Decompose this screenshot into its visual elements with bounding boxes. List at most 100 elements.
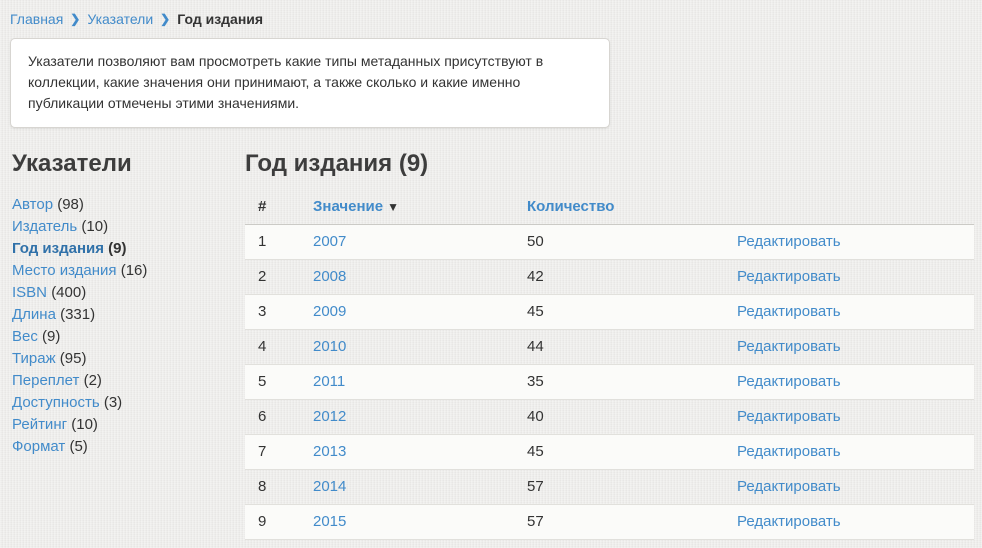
table-row: 5 2011 35 Редактировать bbox=[245, 365, 974, 400]
count-cell: 40 bbox=[514, 400, 724, 435]
value-link[interactable]: 2011 bbox=[313, 373, 345, 390]
sort-desc-icon: ▼ bbox=[387, 200, 399, 214]
sidebar-item-count: (400) bbox=[51, 284, 86, 301]
table-row: 2 2008 42 Редактировать bbox=[245, 260, 974, 295]
count-cell: 57 bbox=[514, 505, 724, 540]
value-link[interactable]: 2010 bbox=[313, 338, 346, 355]
breadcrumb-link[interactable]: Указатели bbox=[87, 11, 153, 27]
sidebar-item-count: (5) bbox=[69, 438, 87, 455]
sidebar-item-link[interactable]: Длина bbox=[12, 306, 56, 323]
sidebar-item-count: (10) bbox=[71, 416, 98, 433]
sidebar-item[interactable]: Длина (331) bbox=[12, 304, 245, 326]
value-link[interactable]: 2009 bbox=[313, 303, 346, 320]
sidebar-list: Автор (98) Издатель (10) Год издания (9)… bbox=[12, 194, 245, 458]
value-link[interactable]: 2008 bbox=[313, 268, 346, 285]
count-cell: 50 bbox=[514, 225, 724, 260]
edit-link[interactable]: Редактировать bbox=[737, 303, 841, 320]
sidebar-item-link[interactable]: Формат bbox=[12, 438, 65, 455]
sidebar-item[interactable]: Издатель (10) bbox=[12, 216, 245, 238]
count-cell: 44 bbox=[514, 330, 724, 365]
sidebar-item-link[interactable]: Издатель bbox=[12, 218, 77, 235]
table-row: 8 2014 57 Редактировать bbox=[245, 470, 974, 505]
sidebar-item[interactable]: Формат (5) bbox=[12, 436, 245, 458]
edit-link[interactable]: Редактировать bbox=[737, 408, 841, 425]
value-link[interactable]: 2013 bbox=[313, 443, 346, 460]
sidebar-item[interactable]: Доступность (3) bbox=[12, 392, 245, 414]
row-index: 8 bbox=[245, 470, 300, 505]
sidebar-item-count: (95) bbox=[60, 350, 87, 367]
breadcrumb-separator-icon: ❯ bbox=[160, 12, 170, 26]
table-row: 9 2015 57 Редактировать bbox=[245, 505, 974, 540]
row-index: 9 bbox=[245, 505, 300, 540]
page-title: Год издания (9) bbox=[245, 151, 974, 177]
edit-link[interactable]: Редактировать bbox=[737, 233, 841, 250]
edit-link[interactable]: Редактировать bbox=[737, 338, 841, 355]
value-link[interactable]: 2014 bbox=[313, 478, 346, 495]
sidebar-item-link[interactable]: Рейтинг bbox=[12, 416, 67, 433]
col-header-index: # bbox=[245, 194, 300, 225]
sidebar-item-count: (9) bbox=[108, 240, 126, 257]
count-cell: 57 bbox=[514, 470, 724, 505]
page: Главная ❯ Указатели ❯ Год издания Указатели … bbox=[0, 0, 982, 548]
sidebar-item-link[interactable]: Год издания bbox=[12, 240, 104, 257]
edit-link[interactable]: Редактировать bbox=[737, 513, 841, 530]
sidebar-item[interactable]: ISBN (400) bbox=[12, 282, 245, 304]
table-row: 7 2013 45 Редактировать bbox=[245, 435, 974, 470]
sidebar-item-count: (331) bbox=[60, 306, 95, 323]
col-header-actions bbox=[724, 194, 974, 225]
sidebar-item[interactable]: Вес (9) bbox=[12, 326, 245, 348]
sidebar-item[interactable]: Автор (98) bbox=[12, 194, 245, 216]
sidebar-item-count: (16) bbox=[121, 262, 148, 279]
sidebar-item[interactable]: Рейтинг (10) bbox=[12, 414, 245, 436]
sidebar-item-link[interactable]: Автор bbox=[12, 196, 53, 213]
row-index: 6 bbox=[245, 400, 300, 435]
col-header-count[interactable]: Количество bbox=[514, 194, 724, 225]
row-index: 1 bbox=[245, 225, 300, 260]
sidebar-item[interactable]: Место издания (16) bbox=[12, 260, 245, 282]
info-text: Указатели позволяют вам просмотреть каки… bbox=[28, 53, 543, 111]
breadcrumb-separator-icon: ❯ bbox=[70, 12, 80, 26]
sidebar-item-link[interactable]: Вес bbox=[12, 328, 38, 345]
col-header-value-label: Значение bbox=[313, 198, 383, 215]
sidebar-item-link[interactable]: Тираж bbox=[12, 350, 56, 367]
breadcrumb: Главная ❯ Указатели ❯ Год издания bbox=[8, 8, 974, 38]
sidebar: Указатели Автор (98) Издатель (10) Год и… bbox=[8, 151, 245, 540]
count-cell: 45 bbox=[514, 295, 724, 330]
col-header-count-label: Количество bbox=[527, 198, 614, 215]
value-link[interactable]: 2015 bbox=[313, 513, 346, 530]
table-row: 3 2009 45 Редактировать bbox=[245, 295, 974, 330]
row-index: 5 bbox=[245, 365, 300, 400]
sidebar-item[interactable]: Переплет (2) bbox=[12, 370, 245, 392]
breadcrumb-link[interactable]: Главная bbox=[10, 11, 63, 27]
value-link[interactable]: 2012 bbox=[313, 408, 346, 425]
sidebar-item-count: (9) bbox=[42, 328, 60, 345]
sidebar-item-count: (10) bbox=[81, 218, 108, 235]
table-header-row: # Значение ▼ Количество bbox=[245, 194, 974, 225]
count-cell: 45 bbox=[514, 435, 724, 470]
sidebar-item[interactable]: Тираж (95) bbox=[12, 348, 245, 370]
row-index: 2 bbox=[245, 260, 300, 295]
edit-link[interactable]: Редактировать bbox=[737, 443, 841, 460]
value-link[interactable]: 2007 bbox=[313, 233, 346, 250]
breadcrumb-current: Год издания bbox=[177, 11, 263, 27]
count-cell: 35 bbox=[514, 365, 724, 400]
info-box: Указатели позволяют вам просмотреть каки… bbox=[10, 38, 610, 128]
main-content: Год издания (9) # Значение ▼ Количество bbox=[245, 151, 974, 540]
sidebar-item-count: (98) bbox=[57, 196, 84, 213]
row-index: 3 bbox=[245, 295, 300, 330]
sidebar-item-count: (2) bbox=[84, 372, 102, 389]
sidebar-item-link[interactable]: ISBN bbox=[12, 284, 47, 301]
sidebar-item-link[interactable]: Место издания bbox=[12, 262, 117, 279]
sidebar-item[interactable]: Год издания (9) bbox=[12, 238, 245, 260]
row-index: 7 bbox=[245, 435, 300, 470]
edit-link[interactable]: Редактировать bbox=[737, 478, 841, 495]
table-row: 1 2007 50 Редактировать bbox=[245, 225, 974, 260]
count-cell: 42 bbox=[514, 260, 724, 295]
sidebar-item-link[interactable]: Доступность bbox=[12, 394, 100, 411]
sidebar-title: Указатели bbox=[12, 151, 245, 177]
row-index: 4 bbox=[245, 330, 300, 365]
edit-link[interactable]: Редактировать bbox=[737, 268, 841, 285]
edit-link[interactable]: Редактировать bbox=[737, 373, 841, 390]
sidebar-item-link[interactable]: Переплет bbox=[12, 372, 79, 389]
col-header-value[interactable]: Значение ▼ bbox=[300, 194, 514, 225]
